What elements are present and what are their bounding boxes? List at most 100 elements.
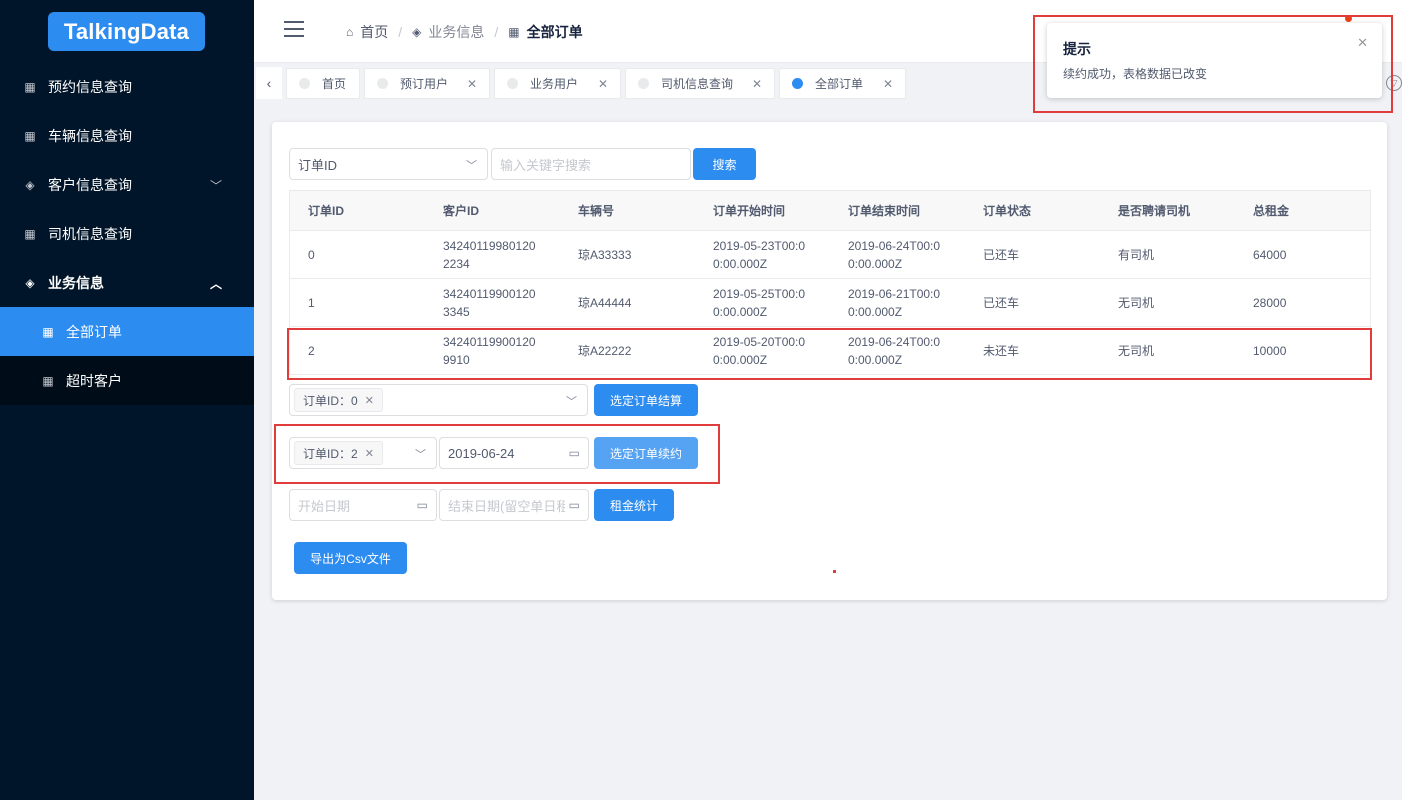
sidebar-item-label: 业务信息 bbox=[48, 274, 104, 291]
tab-dot-active bbox=[792, 78, 803, 89]
search-placeholder: 输入关键字搜索 bbox=[500, 157, 592, 173]
breadcrumb-item-home[interactable]: 首页 bbox=[360, 22, 388, 42]
tab-label: 全部订单 bbox=[815, 77, 864, 91]
export-csv-button[interactable]: 导出为Csv文件 bbox=[294, 542, 407, 574]
grid-icon: ▦ bbox=[24, 128, 36, 143]
cell-rent: 28000 bbox=[1253, 295, 1287, 310]
cell-customer-id: 34240119980120 2234 bbox=[443, 238, 536, 271]
breadcrumb: ⌂ 首页 / ◈ 业务信息 / ▦ 全部订单 bbox=[346, 22, 583, 42]
close-icon[interactable]: ✕ bbox=[598, 77, 608, 91]
sidebar: TalkingData ▦ 预约信息查询 ▦ 车辆信息查询 ◈ 客户信息查询 ﹀… bbox=[0, 0, 254, 800]
calendar-icon: ▭ bbox=[564, 498, 580, 512]
layers-icon: ◈ bbox=[25, 275, 35, 290]
table-row[interactable]: 0 34240119980120 2234 琼A33333 2019-05-23T… bbox=[290, 231, 1370, 279]
search-field-select[interactable]: 订单ID ﹀ bbox=[289, 148, 488, 180]
cell-start-time: 2019-05-25T00:0 0:00.000Z bbox=[713, 286, 806, 319]
start-date-picker[interactable]: 开始日期 ▭ bbox=[289, 489, 437, 521]
grid-icon: ▦ bbox=[24, 226, 36, 241]
home-icon: ⌂ bbox=[346, 25, 354, 39]
cell-driver: 有司机 bbox=[1118, 247, 1155, 262]
logo: TalkingData bbox=[48, 12, 205, 51]
tab-dot bbox=[299, 78, 310, 89]
sidebar-item-driver[interactable]: ▦ 司机信息查询 bbox=[0, 209, 254, 258]
tab-reserve-users[interactable]: 预订用户 ✕ bbox=[364, 68, 490, 99]
menu-toggle-icon[interactable] bbox=[284, 21, 304, 37]
table-header: 订单ID 客户ID 车辆号 订单开始时间 订单结束时间 订单状态 是否聘请司机 … bbox=[290, 191, 1370, 231]
chevron-left-icon[interactable]: ‹ bbox=[256, 67, 282, 99]
notice-title: 提示 bbox=[1063, 41, 1091, 57]
notice-description: 续约成功，表格数据已改变 bbox=[1063, 67, 1208, 81]
start-date-placeholder: 开始日期 bbox=[298, 498, 351, 514]
tab-label: 司机信息查询 bbox=[661, 77, 734, 91]
table-row[interactable]: 1 34240119900120 3345 琼A44444 2019-05-25T… bbox=[290, 279, 1370, 327]
sidebar-item-label: 预约信息查询 bbox=[48, 78, 132, 95]
sidebar-item-label: 超时客户 bbox=[66, 372, 122, 389]
sidebar-item-all-orders[interactable]: ▦ 全部订单 bbox=[0, 307, 254, 356]
close-icon[interactable]: ✕ bbox=[1357, 35, 1368, 51]
sidebar-item-reservation[interactable]: ▦ 预约信息查询 bbox=[0, 62, 254, 111]
tab-label: 预订用户 bbox=[400, 77, 449, 91]
cell-customer-id: 34240119900120 3345 bbox=[443, 286, 536, 319]
highlight-renew-box bbox=[274, 424, 720, 484]
sidebar-item-vehicle[interactable]: ▦ 车辆信息查询 bbox=[0, 111, 254, 160]
sidebar-item-business[interactable]: ◈ 业务信息 ︿ bbox=[0, 258, 254, 307]
tab-driver-info[interactable]: 司机信息查询 ✕ bbox=[625, 68, 775, 99]
sidebar-item-label: 司机信息查询 bbox=[48, 225, 132, 242]
settle-button[interactable]: 选定订单结算 bbox=[594, 384, 698, 416]
settle-order-select[interactable]: 订单ID：0 ✕ ﹀ bbox=[289, 384, 588, 416]
close-icon[interactable]: ✕ bbox=[365, 394, 374, 407]
sidebar-item-overdue-customers[interactable]: ▦ 超时客户 bbox=[0, 356, 254, 405]
grid-icon: ▦ bbox=[42, 324, 54, 339]
cell-status: 已还车 bbox=[983, 295, 1020, 310]
cell-end-time: 2019-06-21T00:0 0:00.000Z bbox=[848, 286, 941, 319]
search-button[interactable]: 搜索 bbox=[693, 148, 756, 180]
close-icon[interactable]: ✕ bbox=[752, 77, 762, 91]
close-icon[interactable]: ✕ bbox=[467, 77, 477, 91]
rent-stats-button[interactable]: 租金统计 bbox=[594, 489, 674, 521]
end-date-picker[interactable]: 结束日期(留空单日租 ▭ bbox=[439, 489, 589, 521]
tab-all-orders[interactable]: 全部订单 ✕ bbox=[779, 68, 906, 99]
cell-order-id: 1 bbox=[308, 295, 315, 310]
breadcrumb-item-business[interactable]: 业务信息 bbox=[428, 22, 484, 42]
column-header: 订单ID bbox=[308, 203, 345, 218]
cell-status: 已还车 bbox=[983, 247, 1020, 262]
cell-order-id: 0 bbox=[308, 247, 315, 262]
tab-dot bbox=[507, 78, 518, 89]
tab-label: 首页 bbox=[322, 77, 347, 91]
tab-business-users[interactable]: 业务用户 ✕ bbox=[494, 68, 621, 99]
grid-icon: ▦ bbox=[508, 25, 520, 39]
sidebar-item-label: 全部订单 bbox=[66, 323, 122, 340]
sidebar-submenu: ▦ 全部订单 ▦ 超时客户 bbox=[0, 307, 254, 405]
cell-rent: 64000 bbox=[1253, 247, 1287, 262]
cell-car-no: 琼A33333 bbox=[578, 247, 632, 262]
end-date-placeholder: 结束日期(留空单日租 bbox=[448, 498, 570, 514]
grid-icon: ▦ bbox=[42, 373, 54, 388]
grid-icon: ▦ bbox=[24, 79, 36, 94]
chevron-up-icon: ︿ bbox=[209, 277, 222, 291]
annotation-mark bbox=[833, 570, 836, 573]
calendar-icon: ▭ bbox=[412, 498, 428, 512]
column-header: 客户ID bbox=[443, 203, 480, 218]
cell-car-no: 琼A44444 bbox=[578, 295, 632, 310]
search-input[interactable]: 输入关键字搜索 bbox=[491, 148, 691, 180]
column-header: 是否聘请司机 bbox=[1118, 203, 1191, 218]
selected-order-tag: 订单ID：0 ✕ bbox=[294, 388, 383, 412]
column-header: 订单结束时间 bbox=[848, 203, 921, 218]
tab-home[interactable]: 首页 bbox=[286, 68, 360, 99]
layers-icon: ◈ bbox=[412, 25, 422, 39]
column-header: 总租金 bbox=[1253, 203, 1290, 218]
cell-driver: 无司机 bbox=[1118, 295, 1155, 310]
tab-dot bbox=[377, 78, 388, 89]
column-header: 订单开始时间 bbox=[713, 203, 786, 218]
close-icon[interactable]: ✕ bbox=[883, 77, 893, 91]
sidebar-item-customer[interactable]: ◈ 客户信息查询 ﹀ bbox=[0, 160, 254, 209]
tab-dot bbox=[638, 78, 649, 89]
search-field-value: 订单ID bbox=[298, 157, 338, 173]
column-header: 车辆号 bbox=[578, 203, 615, 218]
notification-toast: 提示 续约成功，表格数据已改变 ✕ bbox=[1047, 23, 1382, 98]
sidebar-item-label: 客户信息查询 bbox=[48, 176, 132, 193]
chevron-down-icon: ﹀ bbox=[566, 396, 577, 408]
cell-end-time: 2019-06-24T00:0 0:00.000Z bbox=[848, 238, 941, 271]
cell-start-time: 2019-05-23T00:0 0:00.000Z bbox=[713, 238, 806, 271]
tab-label: 业务用户 bbox=[530, 77, 579, 91]
